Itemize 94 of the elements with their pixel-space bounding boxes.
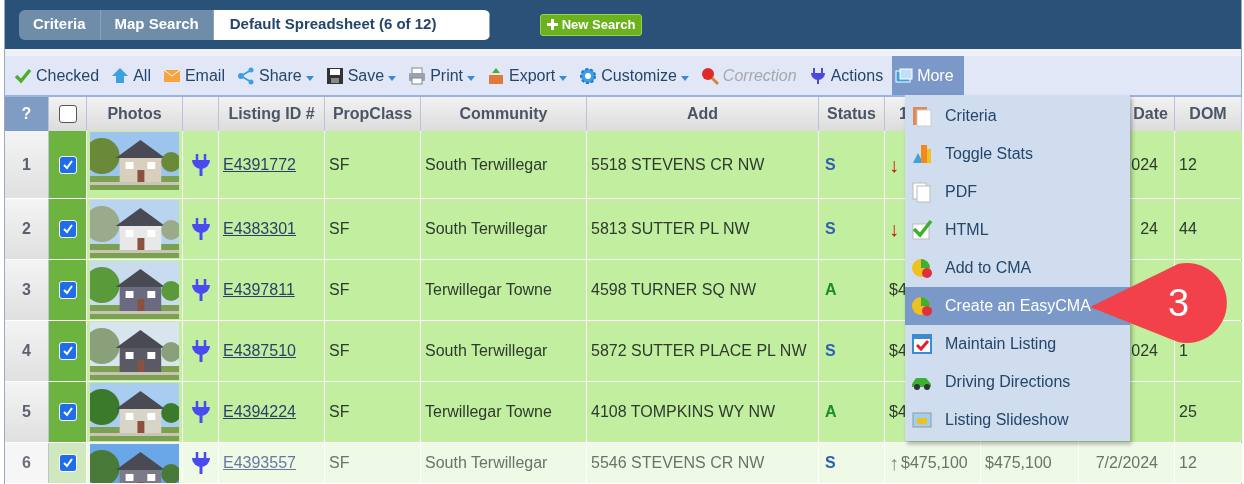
image-icon — [895, 66, 914, 85]
pie-chart-icon — [911, 295, 933, 317]
table-cell: SF — [325, 199, 421, 259]
table-cell: Terwillegar Towne — [421, 260, 587, 320]
row-header: 6 — [5, 443, 49, 483]
table-cell: Terwillegar Towne — [421, 382, 587, 442]
row-header: 3 — [5, 260, 49, 320]
table-cell: South Terwillegar — [421, 321, 587, 381]
listing-link[interactable]: E4394224 — [223, 400, 296, 424]
listing-link[interactable]: E4391772 — [223, 152, 296, 177]
table-cell: 25 — [1175, 382, 1242, 442]
tab[interactable]: Map Search — [100, 9, 214, 40]
table-cell: S — [819, 443, 885, 483]
slideshow-icon — [911, 409, 933, 431]
table-cell: 44 — [1175, 199, 1242, 259]
step-number: 3 — [1168, 284, 1190, 322]
up-arrow-icon — [111, 66, 130, 85]
plus-icon — [546, 19, 558, 30]
table-cell: South Terwillegar — [421, 131, 587, 198]
calendar-icon — [911, 333, 933, 355]
bar-chart-icon — [911, 143, 933, 165]
trend-arrow: ↑ — [889, 451, 899, 476]
table-cell: 4598 TURNER SQ NW — [587, 260, 819, 320]
checkmark-icon — [61, 284, 74, 296]
table-cell: A — [819, 260, 885, 320]
gear-icon — [579, 66, 598, 85]
checkmark-icon — [61, 345, 74, 357]
trend-arrow: ↓ — [889, 152, 899, 178]
toolbar-button[interactable]: Export — [484, 56, 571, 95]
printer-icon — [408, 66, 427, 85]
table-cell: SF — [325, 131, 421, 198]
table-cell: SF — [325, 443, 421, 483]
menu-item[interactable]: Listing Slideshow — [905, 401, 1130, 439]
table-cell: $475,100 — [981, 443, 1079, 483]
table-cell: South Terwillegar — [421, 443, 587, 483]
row-header: 4 — [5, 321, 49, 381]
checkmark-icon — [61, 457, 74, 469]
tab[interactable]: Criteria — [19, 9, 101, 40]
toolbar-button[interactable]: All — [108, 56, 154, 95]
toolbar-button[interactable]: Save — [322, 56, 400, 95]
listing-link[interactable]: E4393557 — [223, 451, 296, 475]
table-cell: 5872 SUTTER PLACE PL NW — [587, 321, 819, 381]
table-cell: 12 — [1175, 131, 1242, 198]
document-icon — [911, 181, 933, 203]
toolbar-button[interactable]: Checked — [11, 56, 103, 95]
price-text: $4 — [889, 341, 907, 361]
price-text: $4 — [889, 280, 907, 300]
box-icon — [487, 66, 506, 85]
row-header: 1 — [5, 131, 49, 198]
table-cell: SF — [325, 382, 421, 442]
tab[interactable]: Default Spreadsheet (6 of 12) — [213, 9, 490, 40]
table-cell: 5813 SUTTER PL NW — [587, 199, 819, 259]
table-cell: SF — [325, 260, 421, 320]
magnifier-icon — [700, 66, 719, 85]
share-icon — [236, 66, 255, 85]
toolbar-button[interactable]: Share — [233, 56, 317, 95]
row-header: 5 — [5, 382, 49, 442]
table-cell: 4108 TOMPKINS WY NW — [587, 382, 819, 442]
checkmark-icon — [911, 219, 933, 241]
toolbar-button[interactable]: Actions — [805, 56, 887, 95]
table-cell: 7/2/2024 — [1079, 443, 1175, 483]
table-cell: 5518 STEVENS CR NW — [587, 131, 819, 198]
table-cell: S — [819, 131, 885, 198]
plug-icon — [808, 66, 827, 85]
listing-link[interactable]: E4383301 — [223, 217, 296, 241]
clipboard-icon — [911, 105, 933, 127]
listing-link[interactable]: E4397811 — [223, 278, 295, 302]
plug-icon[interactable] — [190, 152, 211, 177]
toolbar-button[interactable]: Customize — [576, 56, 692, 95]
table-cell: SF — [325, 321, 421, 381]
checkmark-icon — [61, 406, 74, 418]
pie-chart-icon — [911, 257, 933, 279]
toolbar-button[interactable]: Email — [159, 56, 228, 95]
checkmark-icon — [61, 158, 74, 171]
trend-arrow: ↓ — [889, 217, 899, 242]
table-cell: S — [819, 321, 885, 381]
plug-icon[interactable] — [190, 400, 211, 424]
listing-link[interactable]: E4387510 — [223, 339, 296, 363]
table-cell: A — [819, 382, 885, 442]
price-text: $475,100 — [901, 453, 968, 473]
table-cell: 12 — [1175, 443, 1242, 483]
plug-icon[interactable] — [190, 278, 211, 302]
plug-icon[interactable] — [190, 339, 211, 363]
checkmark-icon — [14, 66, 32, 85]
toolbar-button[interactable]: Print — [405, 56, 479, 95]
price-text: $4 — [889, 402, 907, 422]
checkmark-icon — [61, 223, 74, 235]
table-cell: 5546 STEVENS CR NW — [587, 443, 819, 483]
plug-icon[interactable] — [190, 217, 211, 241]
row-header: 2 — [5, 199, 49, 259]
table-cell: South Terwillegar — [421, 199, 587, 259]
table-cell: S — [819, 199, 885, 259]
checkbox[interactable] — [58, 105, 77, 123]
plug-icon[interactable] — [190, 451, 211, 475]
